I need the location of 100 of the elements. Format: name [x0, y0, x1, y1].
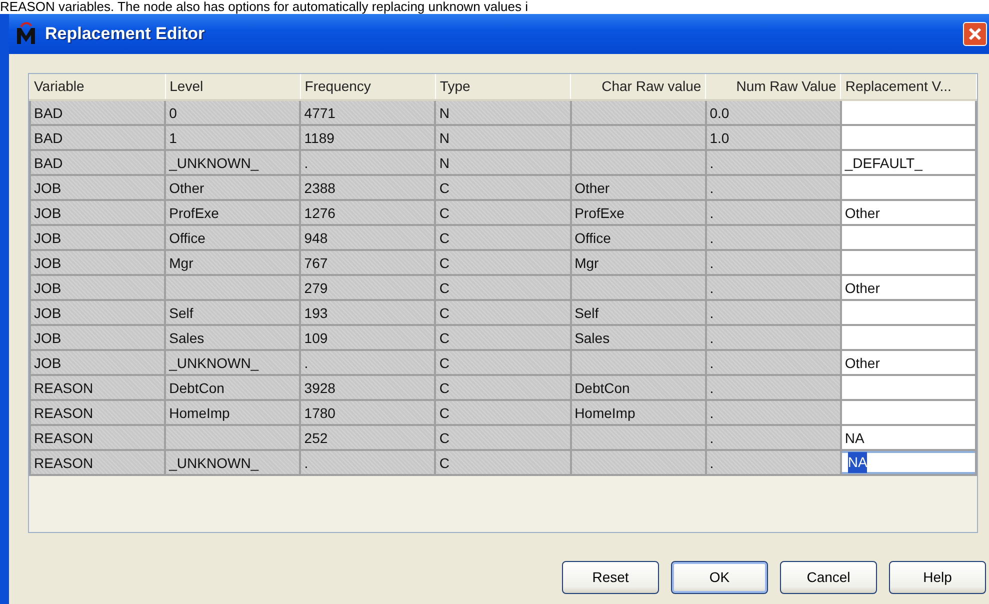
table-cell: N	[435, 150, 571, 175]
table-cell: REASON	[30, 450, 166, 475]
table-cell[interactable]	[840, 250, 976, 275]
table-cell[interactable]: Other	[840, 275, 976, 300]
table-cell: .	[706, 175, 841, 200]
table-cell[interactable]: NA	[840, 425, 976, 450]
table-cell: C	[435, 225, 571, 250]
table-cell: 279	[300, 275, 436, 300]
dialog-button[interactable]: OK	[671, 561, 768, 594]
table-cell: C	[435, 200, 571, 225]
table-cell: Sales	[165, 325, 300, 350]
table-cell: .	[706, 350, 841, 375]
table-cell: BAD	[30, 150, 166, 175]
table-cell: Sales	[570, 325, 706, 350]
table-cell: 948	[300, 225, 436, 250]
table-cell: N	[435, 125, 571, 150]
table-cell: .	[300, 150, 436, 175]
column-header[interactable]: Level	[165, 74, 300, 100]
app-logo-icon	[15, 22, 37, 46]
table-cell: .	[300, 350, 436, 375]
table-cell: C	[435, 375, 571, 400]
table-cell: C	[435, 325, 571, 350]
table-cell: Other	[570, 175, 706, 200]
window-title: Replacement Editor	[45, 23, 205, 46]
table-cell: C	[435, 275, 571, 300]
table-cell: 4771	[300, 100, 436, 125]
table-cell: 2388	[300, 175, 436, 200]
table-cell: .	[300, 450, 436, 475]
table-cell: C	[435, 350, 571, 375]
table-cell: Self	[165, 300, 300, 325]
table-cell[interactable]: Other	[840, 200, 976, 225]
table-cell: Mgr	[165, 250, 300, 275]
table-cell: REASON	[30, 400, 166, 425]
table-cell: BAD	[30, 125, 166, 150]
table-cell: JOB	[30, 225, 166, 250]
table-cell: _UNKNOWN_	[165, 150, 300, 175]
table-cell[interactable]	[840, 300, 976, 325]
table-cell: REASON	[30, 375, 166, 400]
table-cell: ProfExe	[570, 200, 706, 225]
table-cell: C	[435, 250, 571, 275]
table-cell: N	[435, 100, 571, 125]
column-header[interactable]: Type	[435, 74, 571, 100]
dialog-button[interactable]: Reset	[562, 561, 659, 594]
table-cell: 1189	[300, 125, 436, 150]
table-cell: HomeImp	[165, 400, 300, 425]
table-cell: JOB	[30, 300, 166, 325]
table-cell: 1780	[300, 400, 436, 425]
table-cell: .	[706, 200, 841, 225]
column-header[interactable]: Frequency	[300, 74, 436, 100]
table-cell: _UNKNOWN_	[165, 350, 300, 375]
table-cell: _UNKNOWN_	[165, 450, 300, 475]
table-cell: 767	[300, 250, 436, 275]
table-cell[interactable]	[840, 325, 976, 350]
column-header[interactable]: Variable	[30, 74, 166, 100]
table-cell[interactable]	[840, 225, 976, 250]
column-header[interactable]: Num Raw Value	[706, 74, 841, 100]
table-cell: BAD	[30, 100, 166, 125]
table-cell: 1276	[300, 200, 436, 225]
table-cell: .	[706, 150, 841, 175]
table-cell: C	[435, 300, 571, 325]
table-cell: JOB	[30, 350, 166, 375]
table-cell: .	[706, 325, 841, 350]
table-cell: .	[706, 375, 841, 400]
table-cell: JOB	[30, 275, 166, 300]
table-cell[interactable]: _DEFAULT_	[840, 150, 976, 175]
table-cell: Other	[165, 175, 300, 200]
table-cell: .	[706, 425, 841, 450]
input-field[interactable]: NA	[840, 451, 977, 474]
table-cell: JOB	[30, 250, 166, 275]
column-header[interactable]: Char Raw value	[570, 74, 706, 100]
table-cell: HomeImp	[570, 400, 706, 425]
table-cell[interactable]	[840, 175, 976, 200]
close-button[interactable]	[963, 22, 987, 46]
table-cell: JOB	[30, 175, 166, 200]
table-cell: C	[435, 175, 571, 200]
column-header[interactable]: Replacement V...	[840, 74, 976, 100]
table-cell: .	[706, 225, 841, 250]
table-cell: .	[706, 300, 841, 325]
table-cell: JOB	[30, 325, 166, 350]
table-cell: .	[706, 275, 841, 300]
table-cell: JOB	[30, 200, 166, 225]
table-cell: C	[435, 425, 571, 450]
table-cell: C	[435, 450, 571, 475]
table-cell[interactable]	[840, 125, 976, 150]
table-cell[interactable]	[840, 100, 976, 125]
table-cell[interactable]	[840, 375, 976, 400]
table-cell: Office	[165, 225, 300, 250]
table-cell: DebtCon	[570, 375, 706, 400]
table-cell: DebtCon	[165, 375, 300, 400]
dialog-button[interactable]: Cancel	[780, 561, 877, 594]
table-cell: .	[706, 250, 841, 275]
dialog-button[interactable]: Help	[889, 561, 986, 594]
caption-fragment: REASON variables. The node also has options for automatically replacing unknown values i	[0, 0, 528, 14]
table-cell: .	[706, 400, 841, 425]
table-cell: Mgr	[570, 250, 706, 275]
table-cell[interactable]: Other	[840, 350, 976, 375]
table-cell: Self	[570, 300, 706, 325]
table-cell[interactable]	[840, 400, 976, 425]
table-cell: REASON	[30, 425, 166, 450]
table-cell: 3928	[300, 375, 436, 400]
